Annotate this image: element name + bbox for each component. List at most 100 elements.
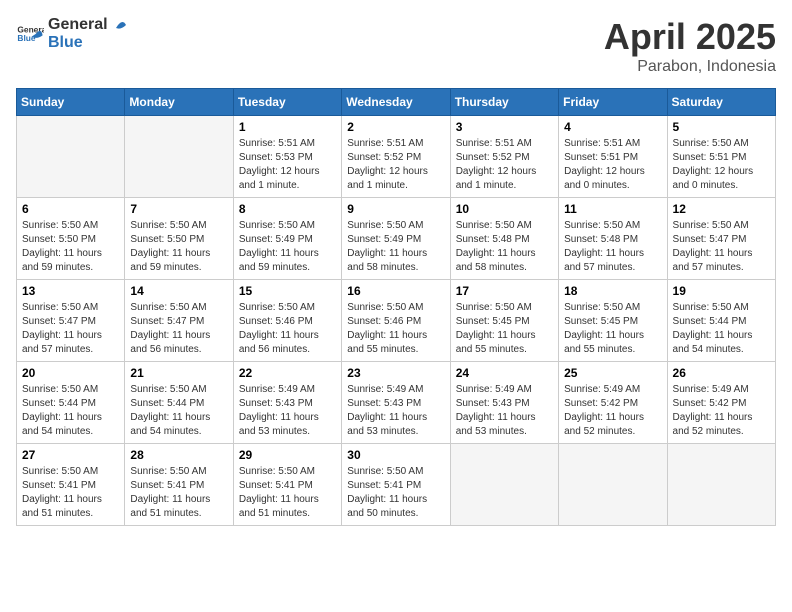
calendar-cell [667,444,775,526]
day-detail: Sunrise: 5:51 AMSunset: 5:53 PMDaylight:… [239,137,336,193]
week-row-2: 6 Sunrise: 5:50 AMSunset: 5:50 PMDaylight… [17,198,776,280]
day-detail: Sunrise: 5:50 AMSunset: 5:48 PMDaylight:… [564,219,661,275]
day-detail: Sunrise: 5:50 AMSunset: 5:46 PMDaylight:… [239,301,336,357]
calendar-cell: 8 Sunrise: 5:50 AMSunset: 5:49 PMDaylight… [233,198,341,280]
calendar-cell: 1 Sunrise: 5:51 AMSunset: 5:53 PMDaylight… [233,116,341,198]
day-number: 18 [564,284,661,298]
calendar-cell: 6 Sunrise: 5:50 AMSunset: 5:50 PMDaylight… [17,198,125,280]
calendar-cell: 29 Sunrise: 5:50 AMSunset: 5:41 PMDayligh… [233,444,341,526]
day-number: 15 [239,284,336,298]
calendar-cell: 12 Sunrise: 5:50 AMSunset: 5:47 PMDayligh… [667,198,775,280]
calendar-cell: 4Sunrise: 5:51 AMSunset: 5:51 PMDaylight… [559,116,667,198]
day-detail: Sunrise: 5:50 AMSunset: 5:41 PMDaylight:… [239,465,336,521]
weekday-header-tuesday: Tuesday [233,89,341,116]
day-number: 5 [673,120,770,134]
calendar-cell [450,444,558,526]
logo-wing-icon [109,16,127,34]
day-detail: Sunrise: 5:50 AMSunset: 5:49 PMDaylight:… [239,219,336,275]
calendar-cell: 14 Sunrise: 5:50 AMSunset: 5:47 PMDayligh… [125,280,233,362]
day-number: 20 [22,366,119,380]
week-row-1: 1 Sunrise: 5:51 AMSunset: 5:53 PMDaylight… [17,116,776,198]
calendar-cell [125,116,233,198]
calendar-cell: 25 Sunrise: 5:49 AMSunset: 5:42 PMDayligh… [559,362,667,444]
day-detail: Sunrise: 5:50 AMSunset: 5:50 PMDaylight:… [130,219,227,275]
calendar-cell: 3 Sunrise: 5:51 AMSunset: 5:52 PMDaylight… [450,116,558,198]
day-number: 22 [239,366,336,380]
day-detail: Sunrise: 5:50 AMSunset: 5:47 PMDaylight:… [673,219,770,275]
calendar-cell: 22Sunrise: 5:49 AMSunset: 5:43 PMDayligh… [233,362,341,444]
day-number: 16 [347,284,444,298]
day-detail: Sunrise: 5:51 AMSunset: 5:52 PMDaylight:… [456,137,553,193]
day-detail: Sunrise: 5:50 AMSunset: 5:51 PMDaylight:… [673,137,770,193]
day-detail: Sunrise: 5:50 AMSunset: 5:47 PMDaylight:… [130,301,227,357]
calendar-cell: 27Sunrise: 5:50 AMSunset: 5:41 PMDayligh… [17,444,125,526]
calendar-cell: 19Sunrise: 5:50 AMSunset: 5:44 PMDayligh… [667,280,775,362]
calendar-cell: 13 Sunrise: 5:50 AMSunset: 5:47 PMDayligh… [17,280,125,362]
day-number: 7 [130,202,227,216]
weekday-header-row: SundayMondayTuesdayWednesdayThursdayFrid… [17,89,776,116]
day-detail: Sunrise: 5:50 AMSunset: 5:44 PMDaylight:… [22,383,119,439]
day-number: 26 [673,366,770,380]
day-detail: Sunrise: 5:50 AMSunset: 5:50 PMDaylight:… [22,219,119,275]
day-detail: Sunrise: 5:50 AMSunset: 5:49 PMDaylight:… [347,219,444,275]
weekday-header-sunday: Sunday [17,89,125,116]
calendar-location: Parabon, Indonesia [604,58,776,76]
weekday-header-saturday: Saturday [667,89,775,116]
day-number: 14 [130,284,227,298]
day-number: 1 [239,120,336,134]
day-number: 3 [456,120,553,134]
day-detail: Sunrise: 5:50 AMSunset: 5:45 PMDaylight:… [564,301,661,357]
day-number: 30 [347,448,444,462]
calendar-table: SundayMondayTuesdayWednesdayThursdayFrid… [16,88,776,526]
day-number: 25 [564,366,661,380]
calendar-cell [17,116,125,198]
calendar-cell: 9 Sunrise: 5:50 AMSunset: 5:49 PMDaylight… [342,198,450,280]
calendar-cell: 20 Sunrise: 5:50 AMSunset: 5:44 PMDayligh… [17,362,125,444]
week-row-3: 13 Sunrise: 5:50 AMSunset: 5:47 PMDayligh… [17,280,776,362]
weekday-header-thursday: Thursday [450,89,558,116]
day-number: 21 [130,366,227,380]
day-number: 23 [347,366,444,380]
day-number: 8 [239,202,336,216]
day-detail: Sunrise: 5:50 AMSunset: 5:44 PMDaylight:… [130,383,227,439]
day-detail: Sunrise: 5:50 AMSunset: 5:41 PMDaylight:… [347,465,444,521]
day-detail: Sunrise: 5:49 AMSunset: 5:43 PMDaylight:… [347,383,444,439]
day-detail: Sunrise: 5:50 AMSunset: 5:41 PMDaylight:… [130,465,227,521]
calendar-cell: 7 Sunrise: 5:50 AMSunset: 5:50 PMDaylight… [125,198,233,280]
calendar-cell: 15 Sunrise: 5:50 AMSunset: 5:46 PMDayligh… [233,280,341,362]
calendar-cell: 11 Sunrise: 5:50 AMSunset: 5:48 PMDayligh… [559,198,667,280]
calendar-cell: 17Sunrise: 5:50 AMSunset: 5:45 PMDayligh… [450,280,558,362]
day-detail: Sunrise: 5:50 AMSunset: 5:45 PMDaylight:… [456,301,553,357]
calendar-cell: 28 Sunrise: 5:50 AMSunset: 5:41 PMDayligh… [125,444,233,526]
calendar-cell [559,444,667,526]
logo-blue-text: Blue [48,34,83,51]
calendar-cell: 16Sunrise: 5:50 AMSunset: 5:46 PMDayligh… [342,280,450,362]
logo: General Blue General Blue [16,16,128,52]
calendar-cell: 21 Sunrise: 5:50 AMSunset: 5:44 PMDayligh… [125,362,233,444]
day-detail: Sunrise: 5:50 AMSunset: 5:47 PMDaylight:… [22,301,119,357]
weekday-header-friday: Friday [559,89,667,116]
week-row-4: 20 Sunrise: 5:50 AMSunset: 5:44 PMDayligh… [17,362,776,444]
day-number: 13 [22,284,119,298]
day-detail: Sunrise: 5:49 AMSunset: 5:42 PMDaylight:… [564,383,661,439]
svg-text:Blue: Blue [17,33,35,43]
day-number: 29 [239,448,336,462]
calendar-title: April 2025 [604,16,776,58]
calendar-cell: 5 Sunrise: 5:50 AMSunset: 5:51 PMDaylight… [667,116,775,198]
day-number: 24 [456,366,553,380]
weekday-header-wednesday: Wednesday [342,89,450,116]
day-number: 19 [673,284,770,298]
day-number: 6 [22,202,119,216]
calendar-cell: 24 Sunrise: 5:49 AMSunset: 5:43 PMDayligh… [450,362,558,444]
day-number: 4 [564,120,661,134]
day-number: 12 [673,202,770,216]
day-number: 28 [130,448,227,462]
calendar-cell: 18 Sunrise: 5:50 AMSunset: 5:45 PMDayligh… [559,280,667,362]
day-detail: Sunrise: 5:50 AMSunset: 5:48 PMDaylight:… [456,219,553,275]
day-number: 11 [564,202,661,216]
day-number: 9 [347,202,444,216]
day-detail: Sunrise: 5:49 AMSunset: 5:43 PMDaylight:… [456,383,553,439]
page-header: General Blue General Blue April 2025 Par… [16,16,776,76]
calendar-cell: 10Sunrise: 5:50 AMSunset: 5:48 PMDayligh… [450,198,558,280]
weekday-header-monday: Monday [125,89,233,116]
